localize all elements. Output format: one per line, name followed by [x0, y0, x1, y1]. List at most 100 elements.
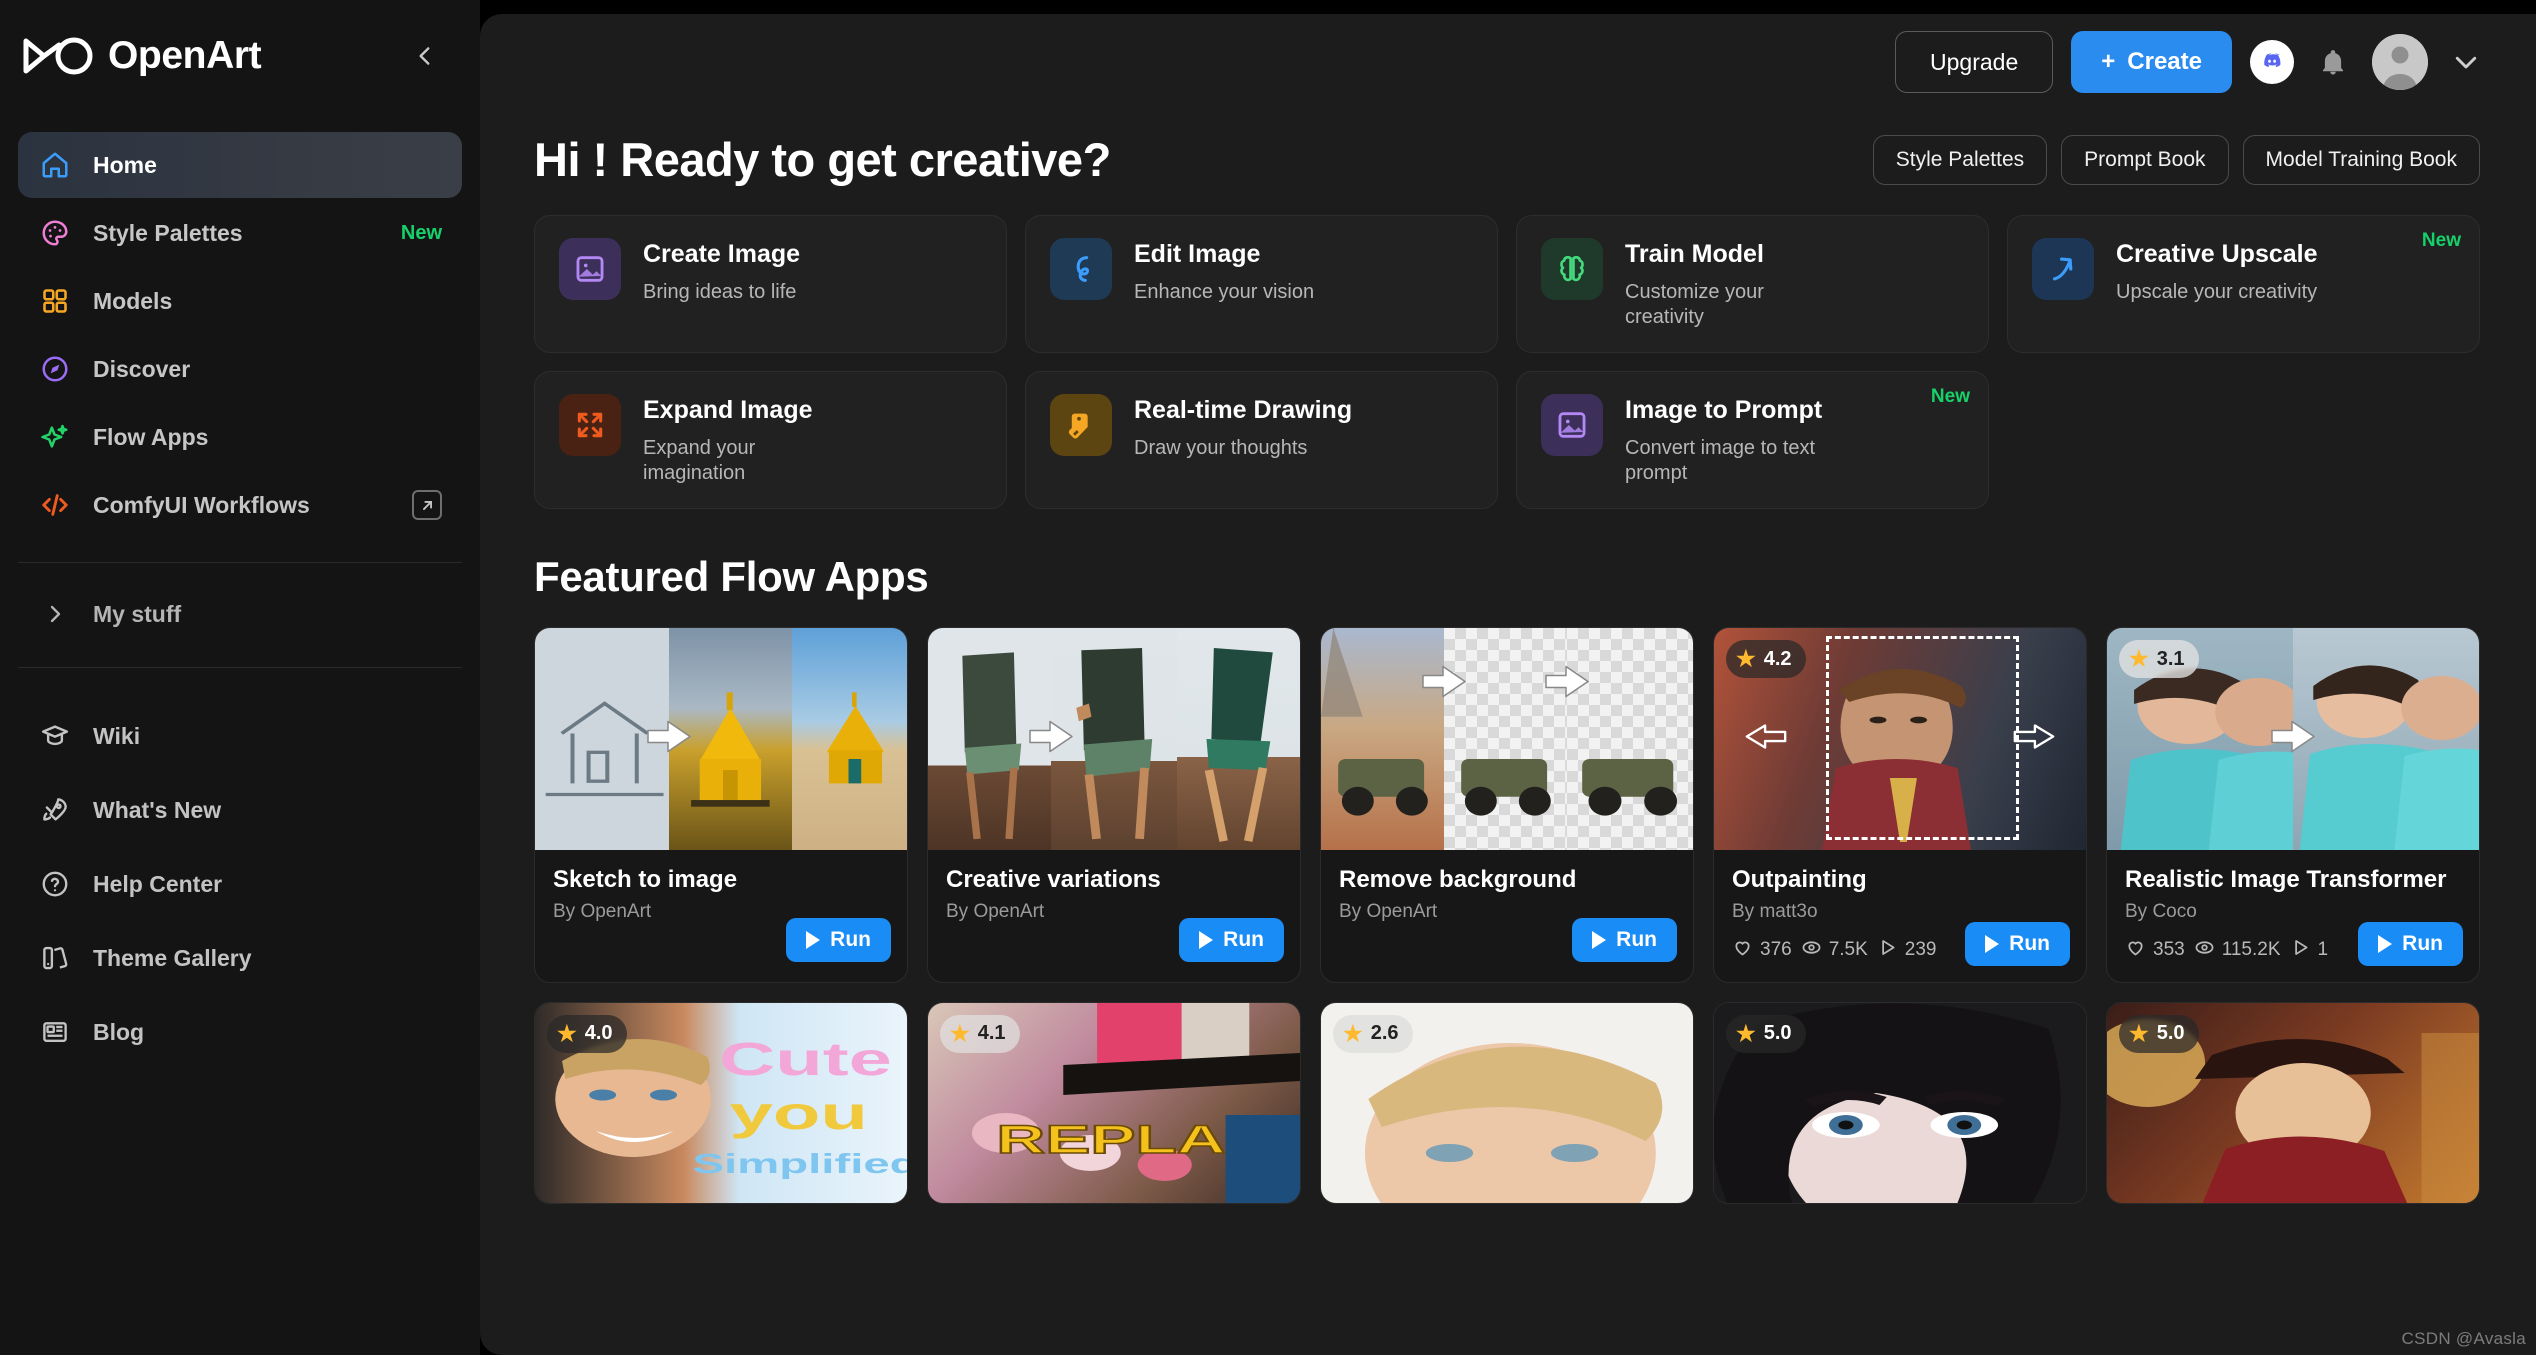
- action-card-real-time-drawing[interactable]: Real-time Drawing Draw your thoughts: [1025, 371, 1498, 509]
- flow-card[interactable]: Creative variations By OpenArt Run: [927, 627, 1301, 983]
- flow-card[interactable]: ★ 5.0: [2106, 1002, 2480, 1204]
- rating-badge: ★ 4.1: [940, 1015, 1020, 1053]
- action-card-train-model[interactable]: Train Model Customize your creativity: [1516, 215, 1989, 353]
- flow-card[interactable]: Sketch to image By OpenArt Run: [534, 627, 908, 983]
- sidebar-item-label: Wiki: [93, 723, 140, 750]
- arrow-up-right-icon: [2032, 238, 2094, 300]
- upgrade-button[interactable]: Upgrade: [1895, 31, 2053, 93]
- sidebar-collapse-button[interactable]: [408, 39, 442, 73]
- likes-count: 353: [2153, 939, 2185, 961]
- image-picture-icon: [1541, 394, 1603, 456]
- notification-bell-icon[interactable]: [2312, 41, 2354, 83]
- external-link-icon[interactable]: [412, 490, 442, 520]
- page-title: Hi ! Ready to get creative?: [534, 132, 1111, 187]
- featured-flow-apps-grid: Sketch to image By OpenArt Run: [534, 627, 2480, 983]
- action-card-subtitle: Upscale your creativity: [2116, 280, 2318, 305]
- watermark: CSDN @Avasla: [2402, 1329, 2526, 1349]
- likes-stat: 376: [1732, 937, 1792, 964]
- sidebar-item-label: What's New: [93, 797, 221, 824]
- action-card-expand-image[interactable]: Expand Image Expand your imagination: [534, 371, 1007, 509]
- svg-text:Cute: Cute: [719, 1033, 892, 1085]
- play-outline-icon: [1877, 937, 1898, 964]
- flow-card[interactable]: Cute you Simplified ★ 4.0: [534, 1002, 908, 1204]
- sidebar-item-style-palettes[interactable]: Style Palettes New: [18, 200, 462, 266]
- sidebar-item-flow-apps[interactable]: Flow Apps: [18, 404, 462, 470]
- run-button[interactable]: Run: [2358, 922, 2463, 966]
- pill-prompt-book[interactable]: Prompt Book: [2061, 135, 2228, 185]
- action-card-subtitle: Customize your creativity: [1625, 280, 1840, 330]
- sidebar-item-whats-new[interactable]: What's New: [18, 774, 462, 846]
- app-root: OpenArt Home Style Palettes New: [0, 0, 2536, 1355]
- star-icon: ★: [1736, 648, 1756, 670]
- content-area: Hi ! Ready to get creative? Style Palett…: [480, 132, 2536, 1204]
- arrow-left-icon: [1745, 723, 1787, 756]
- sidebar-item-theme-gallery[interactable]: Theme Gallery: [18, 922, 462, 994]
- rating-value: 5.0: [1764, 1022, 1792, 1045]
- action-card-edit-image[interactable]: Edit Image Enhance your vision: [1025, 215, 1498, 353]
- rating-badge: ★ 4.2: [1726, 640, 1806, 678]
- sidebar-main-nav: Home Style Palettes New Models Disco: [0, 112, 480, 540]
- user-avatar-icon[interactable]: [2372, 34, 2428, 90]
- sidebar-item-wiki[interactable]: Wiki: [18, 700, 462, 772]
- arrow-right-icon: [1544, 664, 1590, 703]
- sidebar-item-models[interactable]: Models: [18, 268, 462, 334]
- flow-card-author: By Coco: [2125, 901, 2461, 923]
- run-button[interactable]: Run: [786, 918, 891, 962]
- action-card-grid: Create Image Bring ideas to life Edit Im…: [534, 215, 2480, 353]
- pen-drawing-icon: [1050, 394, 1112, 456]
- action-card-creative-upscale[interactable]: Creative Upscale Upscale your creativity…: [2007, 215, 2480, 353]
- chevron-down-icon[interactable]: [2446, 42, 2486, 82]
- flow-card-thumbnail: [1321, 628, 1693, 850]
- sidebar-item-help-center[interactable]: Help Center: [18, 848, 462, 920]
- run-button-label: Run: [2402, 932, 2443, 956]
- flow-card[interactable]: ★ 4.2: [1713, 627, 2087, 983]
- rating-value: 4.1: [978, 1022, 1006, 1045]
- sidebar-item-blog[interactable]: Blog: [18, 996, 462, 1068]
- sidebar-item-my-stuff[interactable]: My stuff: [18, 585, 462, 643]
- flow-card-title: Sketch to image: [553, 866, 889, 894]
- flow-card[interactable]: ★ 2.6: [1320, 1002, 1694, 1204]
- action-card-subtitle: Bring ideas to life: [643, 280, 800, 305]
- action-card-subtitle: Enhance your vision: [1134, 280, 1314, 305]
- infinity-logo-icon: [22, 35, 100, 77]
- sidebar-item-home[interactable]: Home: [18, 132, 462, 198]
- eye-icon: [1801, 937, 1822, 964]
- play-icon: [1985, 935, 1999, 953]
- sidebar-item-discover[interactable]: Discover: [18, 336, 462, 402]
- sidebar-divider-bottom: [18, 667, 462, 668]
- run-button[interactable]: Run: [1965, 922, 2070, 966]
- star-icon: ★: [950, 1023, 970, 1045]
- sparkle-icon: [38, 420, 72, 454]
- flow-card-body: Sketch to image By OpenArt Run: [535, 850, 907, 978]
- create-button[interactable]: + Create: [2071, 31, 2232, 93]
- rating-badge: ★ 2.6: [1333, 1015, 1413, 1053]
- action-grid-spacer: [2007, 371, 2480, 509]
- run-button[interactable]: Run: [1179, 918, 1284, 962]
- views-count: 7.5K: [1829, 939, 1868, 961]
- chevron-right-icon: [38, 597, 72, 631]
- rating-badge: ★ 5.0: [1726, 1015, 1806, 1053]
- action-card-title: Create Image: [643, 240, 800, 268]
- flow-card[interactable]: Remove background By OpenArt Run: [1320, 627, 1694, 983]
- pill-style-palettes[interactable]: Style Palettes: [1873, 135, 2047, 185]
- sidebar-item-comfyui-workflows[interactable]: ComfyUI Workflows: [18, 472, 462, 538]
- greeting-row: Hi ! Ready to get creative? Style Palett…: [534, 132, 2480, 187]
- flow-card[interactable]: REPLACE ★ 4.1: [927, 1002, 1301, 1204]
- pill-model-training-book[interactable]: Model Training Book: [2243, 135, 2480, 185]
- discord-icon[interactable]: [2250, 40, 2294, 84]
- action-card-title: Edit Image: [1134, 240, 1314, 268]
- sidebar-my-stuff-group: My stuff: [0, 585, 480, 645]
- sidebar-item-label: Discover: [93, 356, 190, 383]
- star-icon: ★: [1736, 1023, 1756, 1045]
- flow-card[interactable]: ★ 5.0: [1713, 1002, 2087, 1204]
- svg-text:you: you: [730, 1087, 868, 1139]
- run-button-label: Run: [1616, 928, 1657, 952]
- runs-count: 239: [1905, 939, 1937, 961]
- action-card-image-to-prompt[interactable]: Image to Prompt Convert image to text pr…: [1516, 371, 1989, 509]
- runs-count: 1: [2318, 939, 2329, 961]
- action-card-create-image[interactable]: Create Image Bring ideas to life: [534, 215, 1007, 353]
- run-button[interactable]: Run: [1572, 918, 1677, 962]
- home-icon: [38, 148, 72, 182]
- flow-card[interactable]: ★ 3.1 Realistic Image Transformer By Coc…: [2106, 627, 2480, 983]
- run-button-label: Run: [2009, 932, 2050, 956]
